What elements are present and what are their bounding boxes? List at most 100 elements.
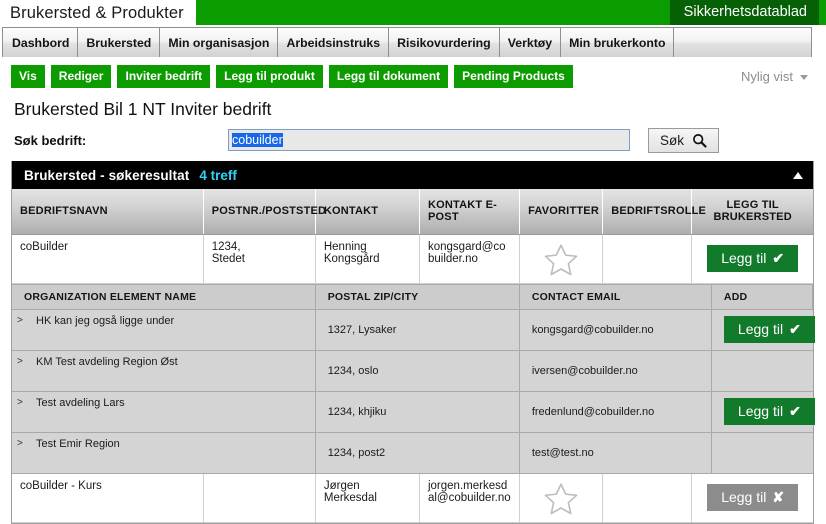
check-icon: ✔ [789, 321, 801, 337]
col-kontakt-epost[interactable]: KONTAKT E-POST [419, 189, 521, 235]
list-item[interactable]: > HK kan jeg også ligge under 1327, Lysa… [12, 309, 815, 351]
vis-button[interactable]: Vis [11, 64, 45, 88]
list-item[interactable]: > Test avdeling Lars 1234, khjiku freden… [12, 391, 815, 433]
cell-legg-til-brukersted: Legg til ✔ [691, 234, 813, 284]
page-title: Brukersted Bil 1 NT Inviter bedrift [14, 99, 272, 119]
sub-cell-name[interactable]: > Test Emir Region [12, 432, 316, 474]
cell-favoritter[interactable] [519, 234, 604, 284]
sub-cell-email: fredenlund@cobuilder.no [519, 391, 712, 433]
sub-cell-zipcity: 1234, oslo [315, 350, 520, 392]
star-outline-icon[interactable] [543, 243, 579, 277]
expander-icon[interactable]: > [17, 356, 23, 367]
cross-icon: ✘ [772, 489, 785, 505]
caret-up-icon[interactable] [793, 171, 803, 179]
results-table-header: BEDRIFTSNAVN POSTNR./POSTSTED KONTAKT KO… [12, 189, 813, 235]
brand-bar: Brukersted & Produkter Sikkerhetsdatabla… [0, 0, 826, 25]
legg-til-label: Legg til [721, 250, 767, 266]
tab-sikkerhetsdatablad[interactable]: Sikkerhetsdatablad [669, 0, 819, 25]
cell-postnr-poststed [203, 473, 316, 523]
chevron-down-icon [800, 74, 808, 80]
legg-til-brukersted-button[interactable]: Legg til ✔ [707, 245, 799, 272]
cell-favoritter[interactable] [519, 473, 604, 523]
search-results-table-continued: coBuilder - Kurs Jørgen Merkesdal jorgen… [12, 473, 813, 523]
sub-cell-email: test@test.no [519, 432, 712, 474]
pending-products-button[interactable]: Pending Products [454, 64, 573, 88]
expander-icon[interactable]: > [17, 397, 23, 408]
nav-item-arbeidsinstruks[interactable]: Arbeidsinstruks [278, 28, 390, 57]
col-favoritter[interactable]: FAVORITTER [519, 189, 604, 235]
col-contact-email[interactable]: CONTACT EMAIL [519, 283, 712, 310]
sub-cell-name[interactable]: > HK kan jeg også ligge under [12, 309, 316, 351]
brand-green-fill [195, 0, 670, 25]
col-legg-til-brukersted[interactable]: LEGG TIL BRUKERSTED [691, 189, 813, 235]
cell-bedriftsrolle [602, 473, 693, 523]
organization-elements-table: ORGANIZATION ELEMENT NAME POSTAL ZIP/CIT… [12, 283, 815, 474]
sub-cell-email: kongsgard@cobuilder.no [519, 309, 712, 351]
col-kontakt[interactable]: KONTAKT [315, 189, 420, 235]
cell-postnr-poststed: 1234, Stedet [203, 234, 316, 284]
expander-icon[interactable]: > [17, 315, 23, 326]
col-bedriftsrolle[interactable]: BEDRIFTSROLLE [602, 189, 706, 235]
nav-item-min-brukerkonto[interactable]: Min brukerkonto [561, 28, 675, 57]
search-results-table: BEDRIFTSNAVN POSTNR./POSTSTED KONTAKT KO… [12, 189, 813, 284]
cell-kontakt-epost: jorgen.merkesdal@cobuilder.no [419, 473, 521, 523]
cell-contact-last: Kongsgård [323, 252, 380, 265]
nav-item-dashbord[interactable]: Dashbord [3, 28, 79, 57]
results-panel-header: Brukersted - søkeresultat 4 treff [12, 161, 813, 189]
inviter-bedrift-button[interactable]: Inviter bedrift [117, 64, 211, 88]
cell-legg-til-brukersted: Legg til ✘ [691, 473, 813, 523]
sub-cell-zipcity: 1327, Lysaker [315, 309, 520, 351]
list-item[interactable]: > Test Emir Region 1234, post2 test@test… [12, 432, 813, 474]
col-organization-element-name[interactable]: ORGANIZATION ELEMENT NAME [12, 283, 316, 310]
sub-cell-zipcity: 1234, post2 [315, 432, 520, 474]
nav-item-brukersted[interactable]: Brukersted [78, 28, 161, 57]
cell-contact-first: Henning [323, 240, 367, 253]
cell-kontakt: Jørgen Merkesdal [315, 473, 420, 523]
rediger-button[interactable]: Rediger [50, 64, 112, 88]
search-button[interactable]: Søk [648, 127, 720, 153]
nav-item-verktoy[interactable]: Verktøy [500, 28, 562, 57]
search-icon [693, 133, 707, 148]
search-button-label: Søk [660, 132, 685, 148]
col-bedriftsnavn[interactable]: BEDRIFTSNAVN [12, 189, 204, 235]
check-icon: ✔ [772, 250, 785, 266]
legg-til-produkt-button[interactable]: Legg til produkt [216, 64, 323, 88]
list-item[interactable]: > KM Test avdeling Region Øst 1234, oslo… [12, 350, 813, 392]
legg-til-dokument-button[interactable]: Legg til dokument [328, 64, 449, 88]
sub-cell-add [711, 432, 813, 474]
legg-til-label: Legg til [721, 489, 767, 505]
col-postnr-poststed[interactable]: POSTNR./POSTSTED [203, 189, 326, 235]
table-header-row: BEDRIFTSNAVN POSTNR./POSTSTED KONTAKT KO… [12, 189, 813, 235]
cell-bedriftsnavn: coBuilder [12, 234, 204, 284]
table-row[interactable]: coBuilder 1234, Stedet Henning Kongsgård… [12, 234, 813, 284]
search-input[interactable] [228, 129, 630, 151]
nav-tab-strip: Dashbord Brukersted Min organisasjon Arb… [2, 27, 812, 57]
legg-til-brukersted-button-disabled[interactable]: Legg til ✘ [707, 484, 799, 511]
search-row: Søk bedrift: Søk [0, 123, 826, 157]
results-count-badge: 4 treff [199, 167, 237, 183]
sub-cell-add [711, 350, 813, 392]
nav-item-risikovurdering[interactable]: Risikovurdering [389, 28, 500, 57]
sub-cell-add: Legg til ✔ [711, 309, 815, 351]
results-panel-title: Brukersted - søkeresultat [24, 167, 190, 183]
check-icon: ✔ [789, 403, 801, 419]
legg-til-label: Legg til [737, 321, 784, 337]
star-outline-icon[interactable] [543, 482, 579, 516]
sub-cell-email: iversen@cobuilder.no [519, 350, 712, 392]
cell-kontakt-epost: kongsgard@cobuilder.no [419, 234, 521, 284]
sub-cell-add: Legg til ✔ [711, 391, 815, 433]
cell-bedriftsnavn: coBuilder - Kurs [12, 473, 204, 523]
cell-city: Stedet [211, 252, 245, 265]
sub-legg-til-button[interactable]: Legg til ✔ [723, 316, 815, 343]
col-add[interactable]: ADD [711, 283, 814, 310]
nav-item-min-organisasjon[interactable]: Min organisasjon [160, 28, 279, 57]
main-navigation: Dashbord Brukersted Min organisasjon Arb… [0, 25, 826, 60]
sub-cell-name[interactable]: > KM Test avdeling Region Øst [12, 350, 316, 392]
col-postal-zip-city[interactable]: POSTAL ZIP/CITY [315, 283, 520, 310]
sub-cell-name[interactable]: > Test avdeling Lars [12, 391, 316, 433]
cell-bedriftsrolle [602, 234, 693, 284]
expander-icon[interactable]: > [17, 438, 23, 449]
nylig-vist-dropdown[interactable]: Nylig vist [741, 69, 812, 84]
table-row[interactable]: coBuilder - Kurs Jørgen Merkesdal jorgen… [12, 473, 813, 523]
sub-legg-til-button[interactable]: Legg til ✔ [723, 398, 815, 425]
